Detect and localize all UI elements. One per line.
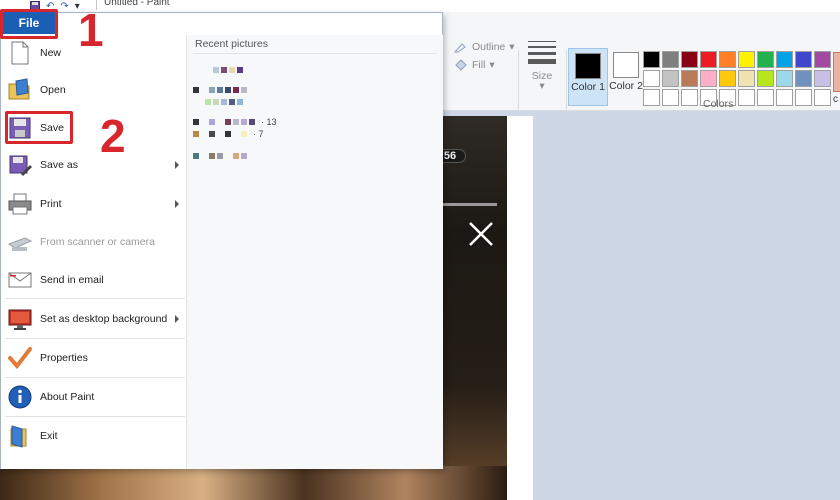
info-icon [8,385,32,409]
highlight-file-tab [0,9,58,39]
menu-item-open[interactable]: Open [5,73,185,107]
recent-item[interactable]: · 7 [193,128,264,140]
redo-icon[interactable]: ↷ [60,1,68,12]
close-x-icon [469,222,493,246]
edit-colors-label: c [833,94,838,105]
recent-item[interactable] [213,64,249,76]
scanner-icon [7,237,33,251]
submenu-arrow-icon [175,315,179,323]
palette-color-swatch[interactable] [662,89,679,106]
menu-item-print[interactable]: Print [5,187,185,221]
palette-color-swatch[interactable] [662,70,679,87]
palette-color-swatch[interactable] [795,89,812,106]
submenu-arrow-icon [175,200,179,208]
palette-color-swatch[interactable] [643,51,660,68]
menu-item-from-scanner: From scanner or camera [5,225,185,259]
outline-dropdown[interactable]: Outline ▾ [454,41,515,53]
file-menu-commands: New Open Save Save as Print From scanner… [1,35,187,469]
recent-item[interactable] [193,150,253,162]
palette-color-swatch[interactable] [719,51,736,68]
save-as-icon [9,155,32,176]
palette-color-swatch[interactable] [757,89,774,106]
menu-item-desktop-background[interactable]: Set as desktop background [5,302,185,336]
recent-item[interactable] [205,96,249,108]
color2-label: Color 2 [609,80,643,92]
line-size-icon [528,41,556,64]
palette-color-swatch[interactable] [814,89,831,106]
palette-color-swatch[interactable] [643,70,660,87]
printer-icon [8,193,32,215]
check-icon [8,347,32,370]
palette-color-swatch[interactable] [719,70,736,87]
fill-bucket-icon [455,59,467,71]
palette-color-swatch[interactable] [776,51,793,68]
step-number-2: 2 [100,110,126,162]
palette-color-swatch[interactable] [681,89,698,106]
email-icon [8,272,32,288]
canvas-white-area [507,116,533,500]
menu-item-properties[interactable]: Properties [5,341,185,375]
palette-color-swatch[interactable] [681,70,698,87]
palette-color-swatch[interactable] [795,51,812,68]
recent-pictures-title: Recent pictures [195,38,268,50]
recent-item[interactable]: · 13 [193,116,277,128]
color-palette [642,50,832,107]
title-bar: ↶ ↷ ▾ Untitled - Paint [0,0,840,12]
new-file-icon [11,41,29,65]
file-menu: File New Open Save Save as Print From sc… [0,12,443,469]
palette-color-swatch[interactable] [681,51,698,68]
color2-button[interactable]: Color 2 [606,48,646,106]
menu-item-about[interactable]: About Paint [5,380,185,414]
menu-item-send-email[interactable]: Send in email [5,263,185,297]
exit-icon [10,425,27,448]
palette-color-swatch[interactable] [814,70,831,87]
color1-swatch [575,53,601,79]
color2-swatch [613,52,639,78]
edit-colors-button[interactable] [833,52,840,92]
palette-color-swatch[interactable] [738,51,755,68]
colors-group-label: Colors [703,98,734,110]
menu-item-save-as[interactable]: Save as [5,148,185,182]
palette-color-swatch[interactable] [662,51,679,68]
palette-color-swatch[interactable] [776,89,793,106]
desktop-icon [8,309,32,330]
palette-color-swatch[interactable] [795,70,812,87]
recent-item[interactable] [193,84,253,96]
open-folder-icon [8,78,30,100]
window-title: Untitled - Paint [104,0,170,8]
outline-icon [454,43,466,53]
menu-item-exit[interactable]: Exit [5,419,185,453]
fill-dropdown[interactable]: Fill ▾ [454,59,495,71]
step-number-1: 1 [78,4,104,56]
palette-color-swatch[interactable] [738,89,755,106]
size-dropdown[interactable]: Size ▾ [522,38,562,94]
palette-color-swatch[interactable] [814,51,831,68]
recent-pictures-panel: Recent pictures · 13 · 7 [187,35,443,469]
palette-color-swatch[interactable] [738,70,755,87]
palette-color-swatch[interactable] [757,51,774,68]
palette-color-swatch[interactable] [700,51,717,68]
palette-color-swatch[interactable] [643,89,660,106]
palette-color-swatch[interactable] [757,70,774,87]
image-bottom-strip [0,466,507,500]
color1-button[interactable]: Color 1 [568,48,608,106]
color1-label: Color 1 [571,81,605,93]
progress-line [440,203,497,206]
submenu-arrow-icon [175,161,179,169]
highlight-save-item [5,111,73,144]
palette-color-swatch[interactable] [700,70,717,87]
palette-color-swatch[interactable] [776,70,793,87]
